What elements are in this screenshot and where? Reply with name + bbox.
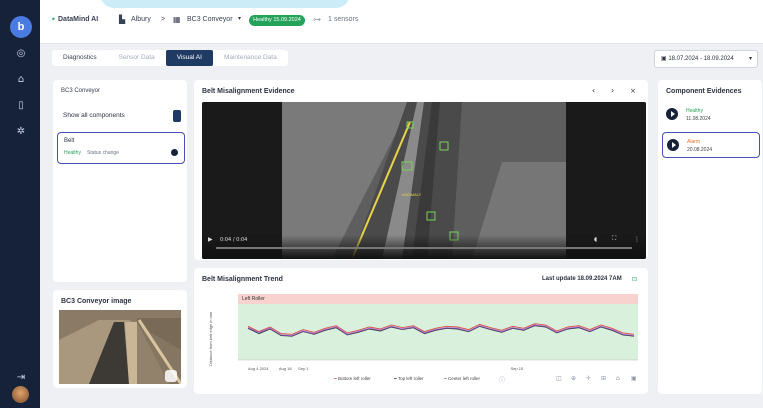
bell-icon[interactable]: ⌂ bbox=[15, 74, 27, 86]
alarm-band bbox=[238, 294, 638, 304]
close-icon[interactable]: × bbox=[630, 87, 636, 95]
play-icon[interactable] bbox=[667, 139, 679, 151]
component-note: Status change bbox=[87, 150, 119, 156]
export-icon[interactable]: ⊡ bbox=[632, 276, 637, 283]
show-all-label: Show all components bbox=[63, 112, 125, 119]
chevron-right-icon[interactable]: › bbox=[611, 86, 614, 95]
component-card-belt[interactable]: Belt Healthy Status change bbox=[57, 132, 185, 164]
evidence-item-healthy[interactable]: Healthy 11.08.2024 bbox=[662, 102, 760, 128]
breadcrumb-asset[interactable]: BC3 Conveyor bbox=[187, 16, 233, 23]
settings-icon[interactable]: ✲ bbox=[15, 126, 27, 138]
play-icon[interactable] bbox=[666, 108, 678, 120]
video-progress[interactable] bbox=[216, 247, 632, 249]
trend-chart-svg: Left Roller Distance from belt edge in m… bbox=[208, 294, 638, 371]
x-tick-label: Aug 18 bbox=[279, 366, 292, 371]
fullscreen-icon[interactable]: ⛶ bbox=[612, 235, 616, 243]
volume-icon[interactable]: ◖ bbox=[594, 236, 597, 243]
show-all-components-toggle[interactable]: Show all components bbox=[59, 106, 184, 126]
components-panel: BC3 Conveyor Show all components Belt He… bbox=[53, 80, 187, 282]
conveyor-image-panel: BC3 Conveyor image bbox=[53, 290, 187, 388]
chart-subtitle: Left Roller bbox=[242, 296, 265, 302]
component-evidences-panel: Component Evidences Healthy 11.08.2024 A… bbox=[658, 80, 762, 394]
x-tick-label: Sep 1 bbox=[298, 366, 309, 371]
chevron-down-icon[interactable]: ▾ bbox=[238, 15, 241, 22]
evidence-label: Alarm bbox=[687, 139, 701, 145]
header-glow bbox=[100, 0, 350, 8]
document-icon[interactable]: ▯ bbox=[15, 100, 27, 112]
date-range-value: 18.07.2024 - 18.09.2024 bbox=[668, 56, 734, 62]
last-update: Last update 18.09.2024 7AM bbox=[542, 276, 622, 282]
video-evidence-panel: Belt Misalignment Evidence ‹ › × ANOMALY… bbox=[194, 80, 648, 260]
status-badge: Healthy 15.09.2024 bbox=[249, 15, 305, 26]
conveyor-photo bbox=[59, 310, 181, 384]
calendar-icon: ▣ bbox=[661, 55, 667, 62]
legend-bottom[interactable]: ━ Bottom left roller bbox=[334, 376, 371, 382]
components-panel-title: BC3 Conveyor bbox=[61, 88, 101, 94]
trend-panel: Belt Misalignment Trend Last update 18.0… bbox=[194, 268, 648, 394]
trend-panel-title: Belt Misalignment Trend bbox=[202, 276, 283, 283]
play-icon[interactable] bbox=[171, 149, 178, 156]
sensor-icon: ⊶ bbox=[313, 15, 321, 24]
evidence-date: 11.08.2024 bbox=[686, 116, 711, 122]
avatar[interactable] bbox=[12, 386, 29, 403]
view-tabs: Diagnostics Sensor Data Visual AI Mainte… bbox=[52, 50, 288, 66]
top-bar: • DataMind AI ▙ Albury > ▦ BC3 Conveyor … bbox=[40, 0, 763, 44]
conveyor-image-title: BC3 Conveyor image bbox=[61, 298, 132, 305]
zoom-box-icon[interactable]: ⊞ bbox=[601, 375, 606, 382]
chevron-left-icon[interactable]: ‹ bbox=[592, 86, 595, 95]
tab-maintenance-data[interactable]: Maintenance Data bbox=[213, 50, 288, 66]
more-icon[interactable]: ⋮ bbox=[634, 236, 640, 243]
evidence-date: 20.08.2024 bbox=[687, 147, 713, 153]
evidence-label: Healthy bbox=[686, 108, 703, 114]
info-icon[interactable]: ⓘ bbox=[499, 375, 505, 384]
evidences-title: Component Evidences bbox=[666, 88, 742, 95]
reset-icon[interactable]: ⌂ bbox=[616, 375, 620, 382]
building-icon: ▙ bbox=[119, 15, 126, 24]
brand-name[interactable]: DataMind AI bbox=[58, 16, 98, 23]
video-time: 0:04 / 0:04 bbox=[220, 237, 248, 243]
legend-center[interactable]: ━ Center left roller bbox=[444, 376, 480, 382]
play-icon[interactable]: ▶ bbox=[208, 236, 213, 243]
video-player[interactable]: ANOMALY ▶ 0:04 / 0:04 ◖ ⛶ ⋮ bbox=[202, 102, 646, 259]
breadcrumb-site[interactable]: Albury bbox=[131, 16, 151, 23]
tab-visual-ai[interactable]: Visual AI bbox=[165, 50, 213, 66]
video-panel-title: Belt Misalignment Evidence bbox=[202, 88, 295, 95]
brand-dot-icon: • bbox=[51, 15, 56, 24]
autoscale-icon[interactable]: ▣ bbox=[631, 375, 637, 382]
app-logo[interactable]: b bbox=[10, 16, 32, 38]
gauge-icon[interactable]: ◎ bbox=[15, 48, 27, 60]
sidebar: b ◎ ⌂ ▯ ✲ ⇥ bbox=[0, 0, 40, 408]
sensor-count[interactable]: 1 sensors bbox=[328, 16, 358, 23]
zoom-icon[interactable]: ⊕ bbox=[571, 375, 576, 382]
legend-top[interactable]: ━ Top left roller bbox=[394, 376, 424, 382]
tab-sensor-data[interactable]: Sensor Data bbox=[108, 50, 166, 66]
trend-chart[interactable]: Left Roller Distance from belt edge in m… bbox=[202, 286, 646, 374]
camera-icon[interactable]: ◫ bbox=[556, 375, 562, 382]
tab-diagnostics[interactable]: Diagnostics bbox=[52, 50, 108, 66]
pan-icon[interactable]: ✛ bbox=[586, 375, 591, 382]
overlay-label: ANOMALY bbox=[402, 192, 422, 197]
logout-icon[interactable]: ⇥ bbox=[15, 372, 27, 384]
evidence-item-alarm[interactable]: Alarm 20.08.2024 bbox=[662, 132, 760, 158]
y-axis-label: Distance from belt edge in mm bbox=[208, 311, 213, 366]
x-tick-label: Sep 15 bbox=[510, 366, 523, 371]
chevron-down-icon: ▾ bbox=[748, 55, 752, 62]
breadcrumb-separator: > bbox=[161, 16, 166, 23]
toggle-switch[interactable] bbox=[173, 110, 181, 122]
component-name: Belt bbox=[64, 138, 75, 144]
date-range-picker[interactable]: ▣ 18.07.2024 - 18.09.2024 ▾ bbox=[654, 50, 758, 68]
conveyor-icon: ▦ bbox=[173, 15, 181, 24]
component-status: Healthy bbox=[64, 150, 81, 156]
x-tick-label: Aug 4 2024 bbox=[248, 366, 269, 371]
